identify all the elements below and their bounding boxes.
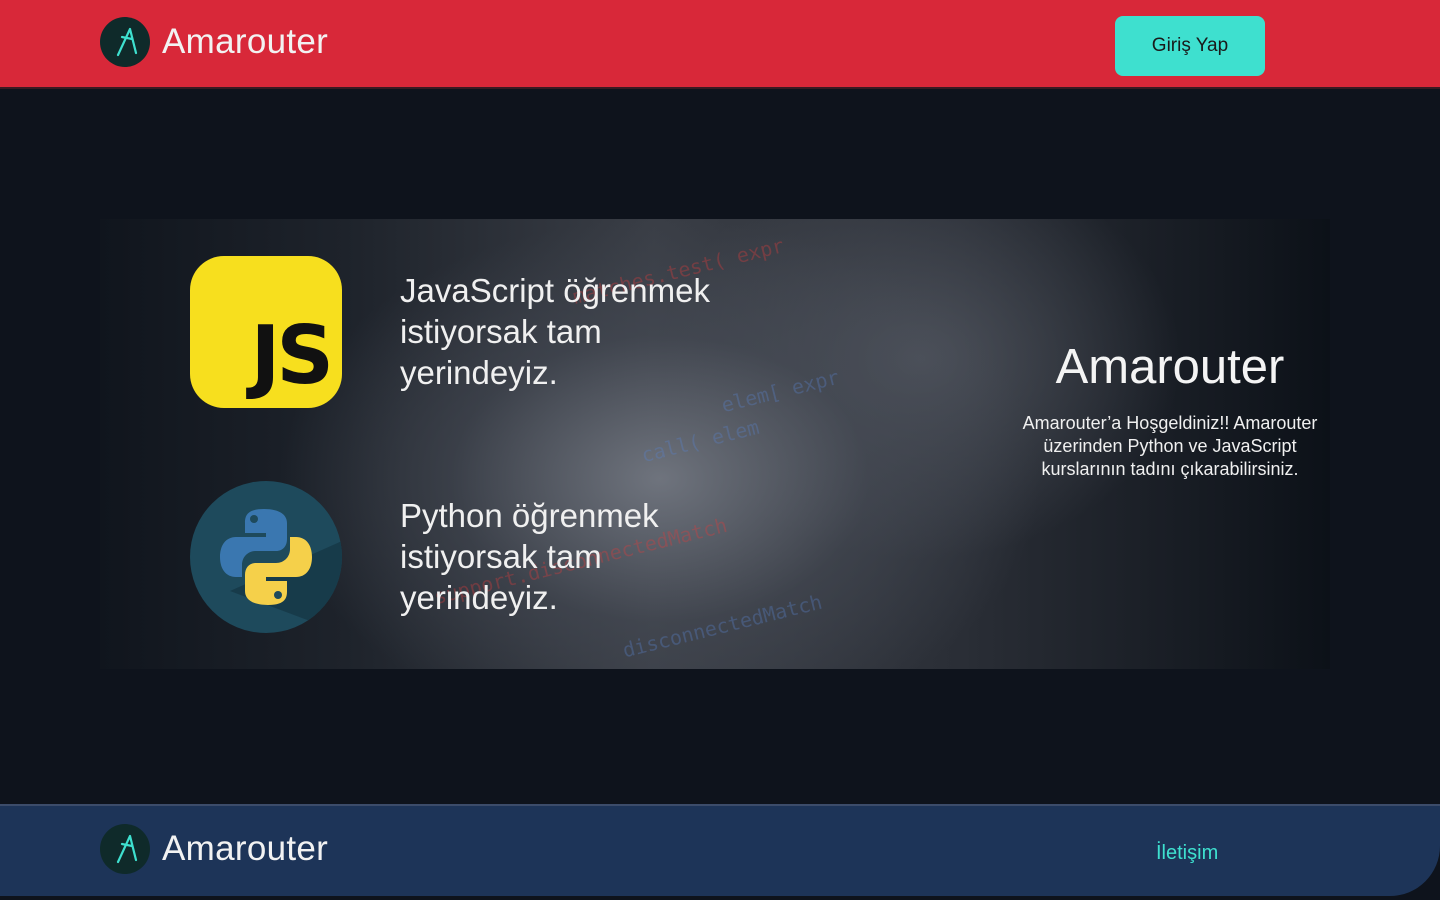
hero-banner: matches.test( expr elem[ expr call( elem… [100,219,1330,669]
login-button[interactable]: Giriş Yap [1115,16,1265,76]
contact-link[interactable]: İletişim [1156,842,1218,865]
top-navbar: Amarouter Giriş Yap [0,0,1440,89]
brand-name: Amarouter [162,22,329,61]
python-tagline: Python öğrenmek istiyorsak tam yerindeyi… [400,497,659,616]
python-icon [190,481,342,633]
js-badge-text: JS [250,309,334,402]
hero-description: Amarouter’a Hoşgeldiniz!! Amarouter üzer… [1022,413,1318,479]
javascript-icon: JS [190,256,342,408]
hero-code-snippet: call( elem [638,414,762,468]
brand-logo-icon [100,824,150,874]
brand-name: Amarouter [162,829,329,868]
header-brand[interactable]: Amarouter [100,17,328,67]
footer: Amarouter İletişim [0,804,1440,896]
hero-title: Amarouter [1055,340,1285,394]
footer-brand[interactable]: Amarouter [100,824,328,874]
javascript-tagline: JavaScript öğrenmek istiyorsak tam yerin… [400,272,710,391]
brand-logo-icon [100,17,150,67]
